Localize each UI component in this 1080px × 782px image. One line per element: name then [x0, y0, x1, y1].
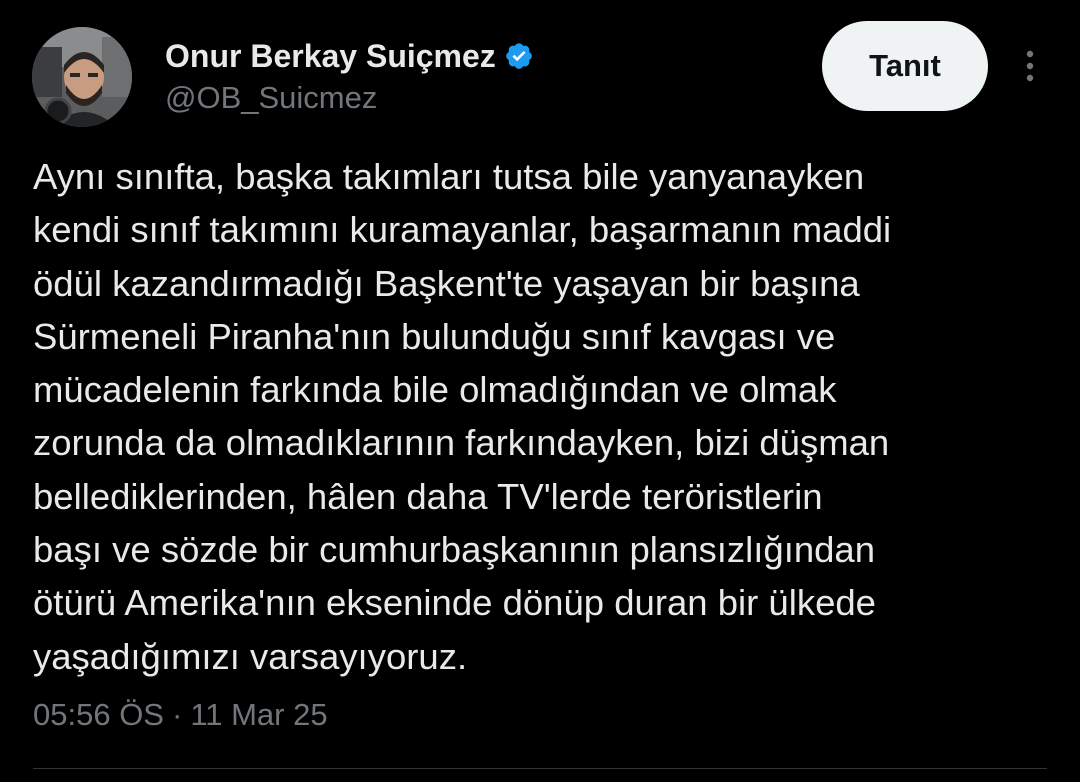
name-row: Onur Berkay Suiçmez [165, 36, 765, 76]
tweet-timestamp[interactable]: 05:56 ÖS · 11 Mar 25 [33, 697, 328, 733]
verified-badge-icon [504, 41, 534, 71]
tweet: Onur Berkay Suiçmez @OB_Suicmez Tanıt Ay… [0, 0, 1080, 782]
divider [33, 768, 1047, 769]
tweet-time: 05:56 ÖS [33, 697, 164, 732]
display-name[interactable]: Onur Berkay Suiçmez [165, 38, 496, 75]
tweet-date: 11 Mar 25 [190, 697, 328, 732]
more-options-button[interactable] [1012, 44, 1048, 88]
avatar[interactable] [32, 27, 132, 127]
more-vertical-icon [1026, 50, 1034, 82]
tweet-text: Aynı sınıfta, başka takımları tutsa bile… [33, 156, 892, 677]
user-handle[interactable]: @OB_Suicmez [165, 80, 765, 116]
author-info: Onur Berkay Suiçmez @OB_Suicmez [165, 36, 765, 116]
follow-button[interactable]: Tanıt [822, 21, 988, 111]
meta-separator: · [171, 697, 183, 732]
